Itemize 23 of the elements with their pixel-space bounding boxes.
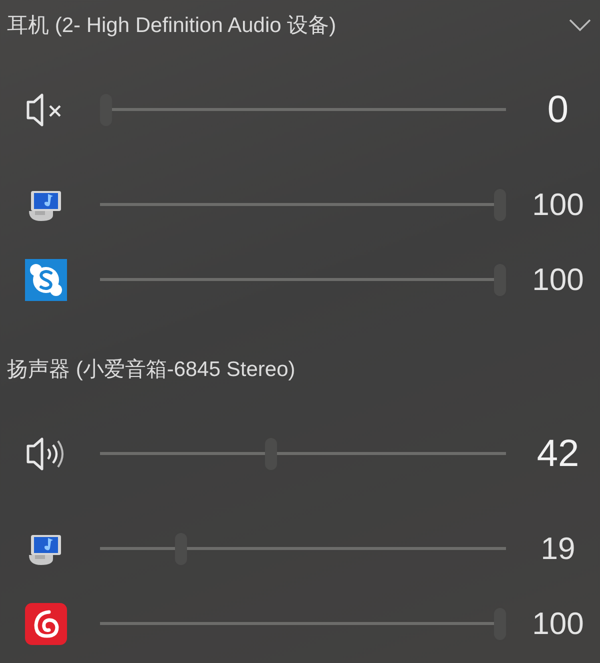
volume-value: 19 bbox=[540, 530, 576, 566]
volume-value: 100 bbox=[531, 262, 585, 298]
volume-slider[interactable] bbox=[100, 608, 506, 640]
volume-slider[interactable] bbox=[100, 532, 506, 564]
music-app-icon bbox=[25, 602, 67, 644]
volume-value: 100 bbox=[531, 186, 585, 222]
slider-thumb[interactable] bbox=[494, 264, 506, 296]
slider-thumb[interactable] bbox=[494, 188, 506, 220]
slider-thumb[interactable] bbox=[174, 532, 187, 564]
slider-thumb[interactable] bbox=[265, 438, 278, 470]
volume-value: 42 bbox=[536, 432, 580, 476]
slider-thumb[interactable] bbox=[494, 608, 506, 640]
volume-value: 0 bbox=[546, 88, 570, 132]
volume-slider[interactable] bbox=[100, 94, 506, 126]
device-name: 扬声器 (小爱音箱-6845 Stereo) bbox=[7, 357, 296, 383]
volume-slider[interactable] bbox=[100, 264, 506, 296]
volume-slider[interactable] bbox=[100, 438, 506, 470]
slider-thumb[interactable] bbox=[100, 94, 112, 126]
chat-app-icon bbox=[25, 258, 67, 300]
volume-value: 100 bbox=[531, 606, 585, 642]
chevron-icon[interactable] bbox=[568, 18, 592, 32]
device-name: 耳机 (2- High Definition Audio 设备) bbox=[7, 13, 336, 39]
volume-slider[interactable] bbox=[100, 188, 506, 220]
